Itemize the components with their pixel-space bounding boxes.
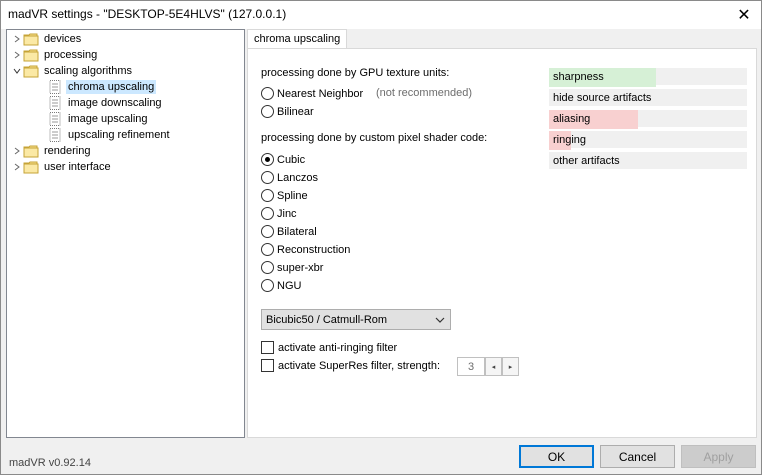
radio-circle[interactable] <box>261 153 274 166</box>
ok-button[interactable]: OK <box>519 445 594 468</box>
gpu-section-heading: processing done by GPU texture units: <box>261 67 450 79</box>
quality-label: aliasing <box>553 113 591 125</box>
strength-increase-button[interactable]: ▸ <box>502 357 519 376</box>
quality-label: ringing <box>553 134 587 146</box>
close-button[interactable]: ✕ <box>727 1 761 29</box>
tree-item-label: rendering <box>44 145 91 157</box>
radio-label: Nearest Neighbor <box>277 87 364 100</box>
chevron-right-icon[interactable] <box>11 143 23 159</box>
radio-label: NGU <box>277 279 302 292</box>
tree-item-processing[interactable]: processing <box>11 47 99 63</box>
quality-label: other artifacts <box>553 155 620 167</box>
anti-ringing-checkbox[interactable]: activate anti-ringing filter <box>261 341 397 354</box>
radio-reconstruction[interactable]: Reconstruction <box>261 243 350 256</box>
algorithm-dropdown[interactable]: Bicubic50 / Catmull-Rom <box>261 309 451 330</box>
radio-circle[interactable] <box>261 189 274 202</box>
radio-label: Cubic <box>277 153 306 166</box>
radio-circle[interactable] <box>261 207 274 220</box>
tree-item-label: processing <box>44 49 98 61</box>
radio-super-xbr[interactable]: super-xbr <box>261 261 323 274</box>
not-recommended-note: (not recommended) <box>376 87 472 99</box>
radio-lanczos[interactable]: Lanczos <box>261 171 318 184</box>
settings-tree: devices processing scaling algorithms ch… <box>6 29 245 438</box>
tree-item-chroma-upscaling[interactable]: chroma upscaling <box>47 79 157 95</box>
quality-row-aliasing: aliasing <box>549 110 747 129</box>
radio-circle[interactable] <box>261 243 274 256</box>
title-bar: madVR settings - "DESKTOP-5E4HLVS" (127.… <box>1 1 761 29</box>
shader-section-heading: processing done by custom pixel shader c… <box>261 132 488 144</box>
radio-label: Reconstruction <box>277 243 351 256</box>
folder-icon <box>23 32 39 46</box>
folder-open-icon <box>23 64 39 78</box>
tree-item-image-downscaling[interactable]: image downscaling <box>47 95 164 111</box>
chevron-right-icon[interactable] <box>11 47 23 63</box>
tree-item-user-interface[interactable]: user interface <box>11 159 113 175</box>
chevron-right-icon[interactable] <box>11 31 23 47</box>
radio-circle[interactable] <box>261 171 274 184</box>
tree-item-rendering[interactable]: rendering <box>11 143 92 159</box>
folder-icon <box>23 160 39 174</box>
tree-item-label: chroma upscaling <box>66 80 157 94</box>
radio-circle[interactable] <box>261 279 274 292</box>
version-label: madVR v0.92.14 <box>9 457 91 469</box>
tab-strip: chroma upscaling <box>247 29 757 50</box>
tree-item-scaling-algorithms[interactable]: scaling algorithms <box>11 63 134 79</box>
strength-decrease-button[interactable]: ◂ <box>485 357 502 376</box>
checkbox-box[interactable] <box>261 341 274 354</box>
superres-checkbox[interactable]: activate SuperRes filter, strength: <box>261 359 440 372</box>
tree-item-label: image downscaling <box>68 97 162 109</box>
settings-window: madVR settings - "DESKTOP-5E4HLVS" (127.… <box>0 0 762 475</box>
folder-icon <box>23 48 39 62</box>
radio-circle[interactable] <box>261 261 274 274</box>
folder-icon <box>23 144 39 158</box>
chevron-right-icon[interactable] <box>11 159 23 175</box>
radio-label: Bilinear <box>277 105 314 118</box>
dropdown-value: Bicubic50 / Catmull-Rom <box>266 313 388 326</box>
radio-label: Bilateral <box>277 225 317 238</box>
checkbox-box[interactable] <box>261 359 274 372</box>
cancel-button[interactable]: Cancel <box>600 445 675 468</box>
apply-button[interactable]: Apply <box>681 445 756 468</box>
quality-row-ringing: ringing <box>549 131 747 150</box>
radio-cubic[interactable]: Cubic <box>261 153 305 166</box>
radio-ngu[interactable]: NGU <box>261 279 301 292</box>
radio-label: Jinc <box>277 207 297 220</box>
radio-jinc[interactable]: Jinc <box>261 207 297 220</box>
page-icon <box>47 112 63 126</box>
quality-row-other-artifacts: other artifacts <box>549 152 747 171</box>
radio-bilateral[interactable]: Bilateral <box>261 225 317 238</box>
chevron-down-icon[interactable] <box>11 63 23 79</box>
tree-item-devices[interactable]: devices <box>11 31 83 47</box>
radio-circle[interactable] <box>261 225 274 238</box>
checkbox-label: activate anti-ringing filter <box>278 341 398 354</box>
radio-circle[interactable] <box>261 105 274 118</box>
radio-label: Spline <box>277 189 308 202</box>
page-icon <box>47 96 63 110</box>
quality-row-hide-source-artifacts: hide source artifacts <box>549 89 747 108</box>
tree-item-label: image upscaling <box>68 113 148 125</box>
radio-circle[interactable] <box>261 87 274 100</box>
radio-nearest-neighbor[interactable]: Nearest Neighbor <box>261 87 363 100</box>
strength-input[interactable]: 3 <box>457 357 485 376</box>
quality-label: hide source artifacts <box>553 92 652 104</box>
radio-label: super-xbr <box>277 261 324 274</box>
tree-item-label: upscaling refinement <box>68 129 170 141</box>
radio-label: Lanczos <box>277 171 318 184</box>
chevron-down-icon[interactable] <box>435 315 445 327</box>
quality-row-sharpness: sharpness <box>549 68 747 87</box>
tree-item-upscaling-refinement[interactable]: upscaling refinement <box>47 127 172 143</box>
tree-item-image-upscaling[interactable]: image upscaling <box>47 111 150 127</box>
tab-chroma-upscaling[interactable]: chroma upscaling <box>247 29 348 50</box>
window-title: madVR settings - "DESKTOP-5E4HLVS" (127.… <box>8 7 287 21</box>
tree-item-label: user interface <box>44 161 111 173</box>
chroma-upscaling-panel: processing done by GPU texture units: Ne… <box>247 48 757 438</box>
tree-item-label: scaling algorithms <box>44 65 133 77</box>
quality-label: sharpness <box>553 71 604 83</box>
page-icon <box>47 80 63 94</box>
radio-spline[interactable]: Spline <box>261 189 308 202</box>
tree-item-label: devices <box>44 33 82 45</box>
radio-bilinear[interactable]: Bilinear <box>261 105 314 118</box>
page-icon <box>47 128 63 142</box>
checkbox-label: activate SuperRes filter, strength: <box>278 359 441 372</box>
